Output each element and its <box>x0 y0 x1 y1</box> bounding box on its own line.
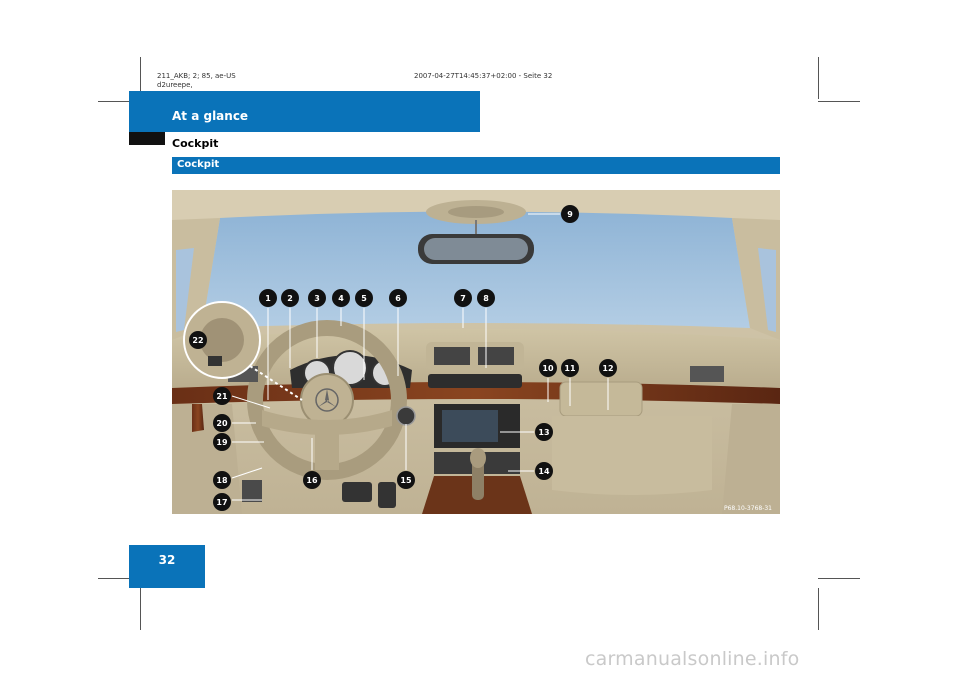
svg-text:21: 21 <box>216 392 228 401</box>
figure-code: P68.10-3768-31 <box>724 505 772 512</box>
callout-7: 7 <box>454 289 472 307</box>
callout-5: 5 <box>355 289 373 307</box>
svg-text:16: 16 <box>306 476 318 485</box>
print-meta-left: 211_AKB; 2; 85, ae-US d2ureepe, <box>157 72 236 90</box>
svg-text:5: 5 <box>361 294 367 303</box>
print-meta-line: 211_AKB; 2; 85, ae-US <box>157 72 236 80</box>
svg-text:19: 19 <box>216 438 228 447</box>
svg-text:11: 11 <box>564 364 576 373</box>
page-number: 32 <box>158 553 176 567</box>
callout-2: 2 <box>281 289 299 307</box>
svg-text:1: 1 <box>265 294 271 303</box>
callout-9: 9 <box>561 205 579 223</box>
callout-14: 14 <box>535 462 553 480</box>
svg-text:10: 10 <box>542 364 554 373</box>
crop-mark <box>140 588 141 630</box>
section-marker <box>129 132 165 145</box>
svg-text:8: 8 <box>483 294 489 303</box>
watermark-text: carmanualsonline.info <box>585 648 800 670</box>
svg-text:6: 6 <box>395 294 401 303</box>
callout-12: 12 <box>599 359 617 377</box>
svg-text:12: 12 <box>602 364 613 373</box>
svg-text:4: 4 <box>338 294 344 303</box>
svg-text:15: 15 <box>400 476 412 485</box>
callout-3: 3 <box>308 289 326 307</box>
svg-text:7: 7 <box>460 294 466 303</box>
svg-text:14: 14 <box>538 467 550 476</box>
callout-17: 17 <box>213 493 231 511</box>
crop-mark <box>818 588 819 630</box>
callout-18: 18 <box>213 471 231 489</box>
callout-1: 1 <box>259 289 277 307</box>
svg-text:17: 17 <box>216 498 227 507</box>
callout-4: 4 <box>332 289 350 307</box>
callout-22: 22 <box>189 331 207 349</box>
print-meta-right: 2007-04-27T14:45:37+02:00 - Seite 32 <box>414 72 553 80</box>
svg-text:18: 18 <box>216 476 228 485</box>
chapter-header: At a glance <box>129 91 480 132</box>
callout-20: 20 <box>213 414 231 432</box>
svg-text:13: 13 <box>538 428 549 437</box>
page-number-box: 32 <box>129 545 205 588</box>
crop-mark <box>818 578 860 579</box>
svg-text:22: 22 <box>192 336 203 345</box>
subsection-header: Cockpit <box>172 157 780 174</box>
subsection-title: Cockpit <box>177 159 220 170</box>
crop-mark <box>818 57 819 99</box>
print-meta-line: d2ureepe, <box>157 81 193 89</box>
callout-10: 10 <box>539 359 557 377</box>
callout-21: 21 <box>213 387 231 405</box>
cockpit-illustration: 1 2 3 4 5 6 7 8 9 10 11 12 13 14 15 16 1… <box>172 190 780 514</box>
callout-6: 6 <box>389 289 407 307</box>
svg-text:9: 9 <box>567 210 573 219</box>
callout-19: 19 <box>213 433 231 451</box>
callout-8: 8 <box>477 289 495 307</box>
callout-16: 16 <box>303 471 321 489</box>
cockpit-drawing: 1 2 3 4 5 6 7 8 9 10 11 12 13 14 15 16 1… <box>172 190 780 514</box>
callout-15: 15 <box>397 471 415 489</box>
section-title: Cockpit <box>172 137 219 150</box>
chapter-title: At a glance <box>172 109 249 123</box>
callout-13: 13 <box>535 423 553 441</box>
svg-text:3: 3 <box>314 294 320 303</box>
callout-11: 11 <box>561 359 579 377</box>
crop-mark <box>818 101 860 102</box>
svg-text:20: 20 <box>216 419 228 428</box>
svg-text:2: 2 <box>287 294 293 303</box>
